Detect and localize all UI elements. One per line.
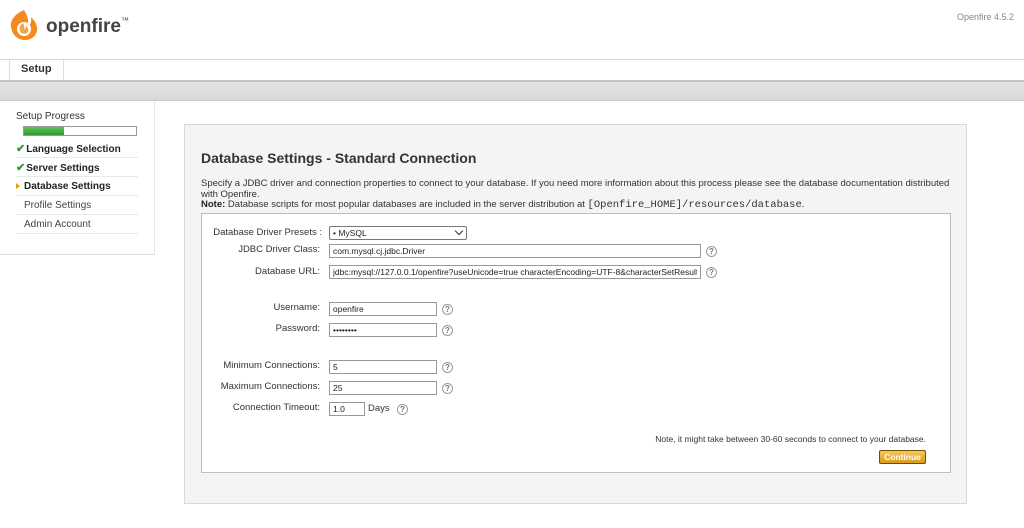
connection-timeout-input[interactable] [329, 402, 365, 416]
continue-button[interactable]: Continue [879, 450, 926, 464]
sidebar-item-database-settings[interactable]: Database Settings [16, 178, 138, 196]
maximum-connections-label: Maximum Connections: [220, 381, 320, 392]
database-scripts-note: Note: Database scripts for most popular … [201, 199, 804, 211]
note-path: [Openfire_HOME]/resources/database [587, 199, 802, 211]
openfire-flame-logo-icon [10, 10, 38, 40]
page-title: Database Settings - Standard Connection [201, 150, 477, 166]
check-icon: ✔ [16, 162, 26, 174]
help-icon[interactable]: ? [706, 267, 717, 278]
setup-progress-title: Setup Progress [16, 111, 85, 122]
brand-trademark: ™ [120, 16, 129, 25]
sidebar-item-admin-account: Admin Account [16, 216, 138, 234]
database-url-label: Database URL: [255, 266, 320, 277]
presets-label: Database Driver Presets : [213, 227, 322, 238]
database-settings-panel: Database Settings - Standard Connection … [184, 124, 967, 504]
maximum-connections-input[interactable] [329, 381, 437, 395]
check-icon: ✔ [16, 143, 26, 155]
sidebar-item-profile-settings: Profile Settings [16, 197, 138, 215]
connection-time-note: Note, it might take between 30-60 second… [655, 434, 926, 444]
sidebar-item-label: Server Settings [26, 163, 100, 174]
help-icon[interactable]: ? [442, 383, 453, 394]
brand-text: openfire [46, 16, 121, 37]
help-icon[interactable]: ? [706, 246, 717, 257]
jdbc-driver-label: JDBC Driver Class: [238, 244, 320, 255]
database-url-input[interactable] [329, 265, 701, 279]
sidebar-item-language-selection[interactable]: ✔Language Selection [16, 140, 138, 158]
help-icon[interactable]: ? [442, 362, 453, 373]
sidebar-item-server-settings[interactable]: ✔Server Settings [16, 159, 138, 177]
connection-timeout-label: Connection Timeout: [232, 402, 320, 413]
current-step-arrow-icon [16, 183, 20, 190]
minimum-connections-label: Minimum Connections: [223, 360, 320, 371]
tab-bar: Setup [0, 60, 1024, 82]
setup-progress-fill [24, 127, 65, 135]
sidebar-item-label: Language Selection [26, 144, 121, 155]
tab-setup[interactable]: Setup [9, 60, 64, 80]
note-label: Note: [201, 199, 226, 210]
sidebar-item-label: Database Settings [24, 181, 111, 192]
username-label: Username: [273, 302, 320, 313]
help-icon[interactable]: ? [442, 304, 453, 315]
note-text: Database scripts for most popular databa… [227, 199, 585, 210]
database-driver-presets-select[interactable]: • MySQL [329, 226, 467, 240]
header: openfire™ Openfire 4.5.2 [0, 0, 1024, 60]
sub-navigation-bar [0, 82, 1024, 101]
chevron-down-icon [454, 226, 464, 236]
help-icon[interactable]: ? [397, 404, 408, 415]
presets-selected-value: • MySQL [333, 228, 367, 238]
help-icon[interactable]: ? [442, 325, 453, 336]
sidebar-item-label: Profile Settings [24, 200, 92, 211]
setup-progress-bar [23, 126, 137, 136]
minimum-connections-input[interactable] [329, 360, 437, 374]
page-description: Specify a JDBC driver and connection pro… [201, 178, 950, 200]
sidebar-item-label: Admin Account [24, 219, 91, 230]
brand-name: openfire™ [46, 16, 129, 38]
password-label: Password: [275, 323, 320, 334]
jdbc-driver-class-input[interactable] [329, 244, 701, 258]
version-label: Openfire 4.5.2 [956, 12, 1014, 22]
username-input[interactable] [329, 302, 437, 316]
note-end: . [801, 199, 805, 210]
password-input[interactable] [329, 323, 437, 337]
database-form: Database Driver Presets : • MySQL JDBC D… [201, 213, 951, 473]
timeout-unit-label: Days [368, 403, 390, 414]
